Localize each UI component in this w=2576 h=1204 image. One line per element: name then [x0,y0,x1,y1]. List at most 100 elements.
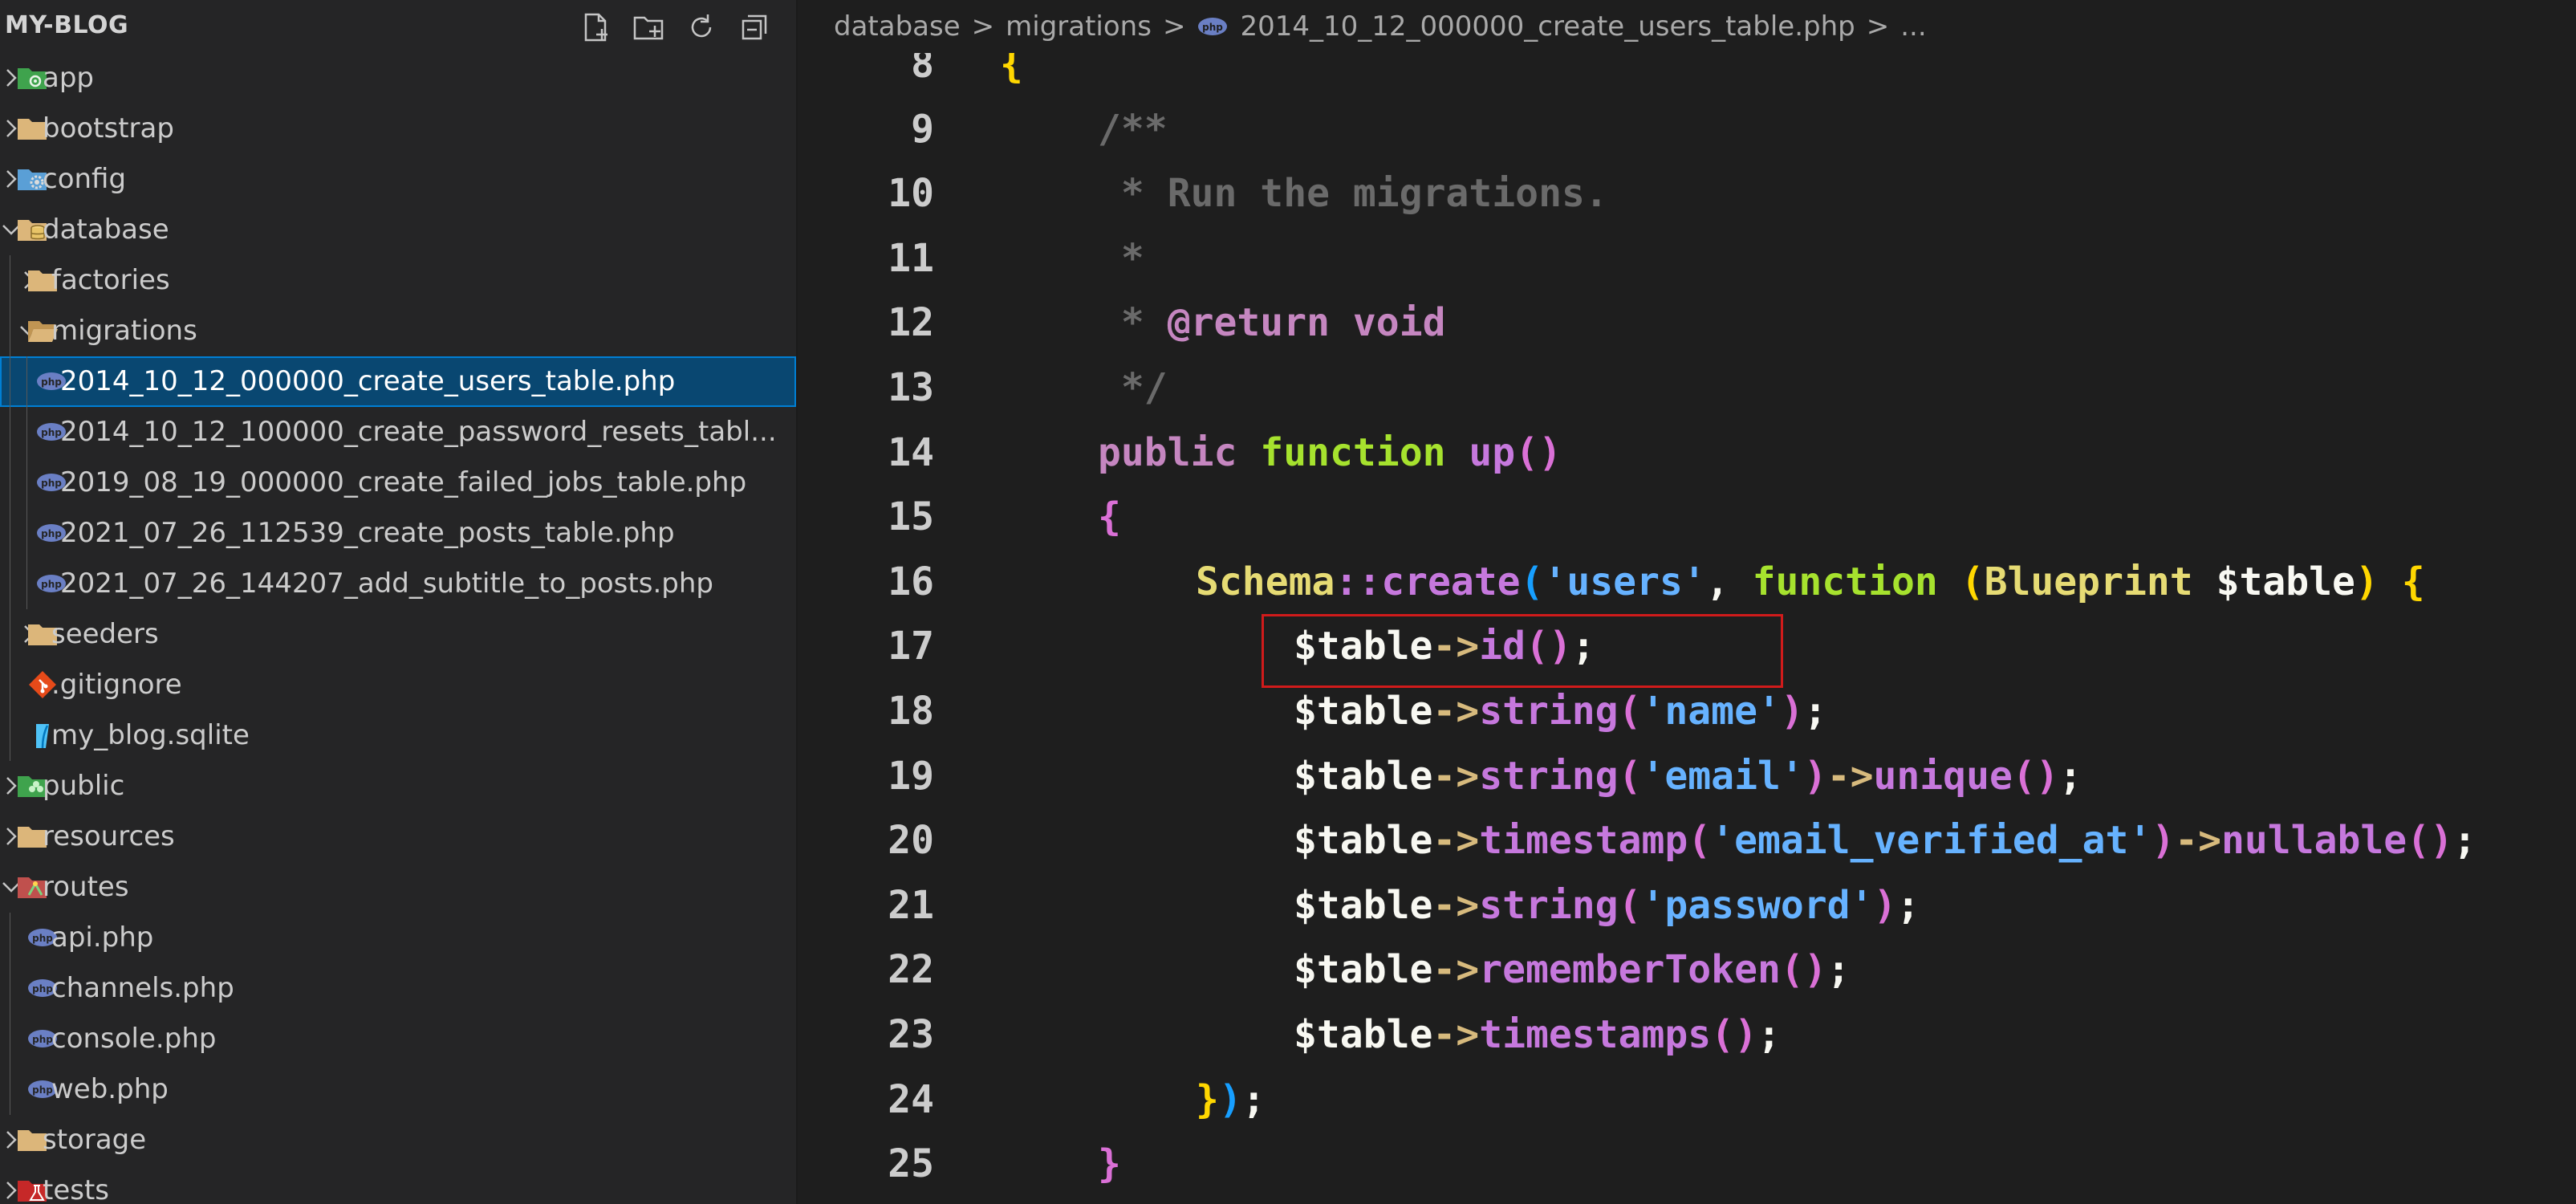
code-line[interactable]: 15 { [798,485,2576,549]
code-token: { [1098,494,1121,540]
code-token: ; [2058,753,2082,799]
code-content: $table->string('password'); [1294,873,1920,938]
collapse-all-button[interactable] [737,10,772,45]
code-token: nullable [2220,818,2407,864]
code-line[interactable]: 13 */ [798,356,2576,420]
line-number: 22 [888,947,934,993]
code-token: $table [1294,818,1433,864]
code-line[interactable]: 21 $table->string('password'); [798,873,2576,938]
code-token: string [1479,753,1619,799]
tree-item-console-php[interactable]: php console.php [0,1014,796,1064]
tree-item-database[interactable]: database [0,205,796,255]
refresh-button[interactable] [684,10,719,45]
tree-item-2021-07-26-144207-add-subtitle-to-posts-php[interactable]: php 2021_07_26_144207_add_subtitle_to_pos… [0,559,796,609]
tree-item-gitignore[interactable]: .gitignore [0,660,796,710]
line-number: 25 [888,1141,934,1187]
code-token: ( [1618,882,1642,928]
tree-item-2014-10-12-100000-create-password-resets-tabl[interactable]: php 2014_10_12_100000_create_password_res… [0,407,796,458]
tree-item-bootstrap[interactable]: bootstrap [0,104,796,154]
code-token: ; [1803,689,1827,734]
code-line[interactable]: 22 $table->rememberToken(); [798,938,2576,1002]
code-token: ( [1618,689,1642,734]
code-token: ( [1688,818,1712,864]
code-content: $table->string('email')->unique(); [1294,744,2082,808]
code-token: ( [1960,559,1985,604]
code-token: timestamps [1479,1012,1712,1057]
code-token: ; [1896,882,1920,928]
tree-item-label: database [43,214,169,246]
line-number: 13 [888,365,934,410]
code-line[interactable]: 11 * [798,226,2576,291]
tree-item-storage[interactable]: storage [0,1115,796,1165]
code-content: * @return void [1098,291,1446,355]
breadcrumb-item-file[interactable]: 2014_10_12_000000_create_users_table.php [1240,10,1855,43]
explorer-header: MY-BLOG [0,0,796,53]
php-icon: php [1198,18,1228,35]
breadcrumb-item-database[interactable]: database [834,10,961,43]
tree-item-migrations[interactable]: migrations [0,306,796,356]
tree-item-2021-07-26-112539-create-posts-table-php[interactable]: php 2021_07_26_112539_create_posts_table.… [0,508,796,559]
code-token: unique [1873,753,2013,799]
tree-item-app[interactable]: app [0,53,796,104]
tree-item-seeders[interactable]: seeders [0,609,796,660]
tree-item-resources[interactable]: resources [0,811,796,862]
code-line[interactable]: 23 $table->timestamps(); [798,1003,2576,1067]
tree-item-label: tests [43,1174,110,1204]
line-number: 23 [888,1012,934,1057]
breadcrumb-item-migrations[interactable]: migrations [1006,10,1152,43]
tree-item-label: 2014_10_12_000000_create_users_table.php [60,365,676,397]
tree-item-factories[interactable]: factories [0,255,796,306]
code-line[interactable]: 17 $table->id(); [798,614,2576,678]
tree-item-label: my_blog.sqlite [51,719,250,751]
tree-item-public[interactable]: public [0,761,796,811]
tree-item-my-blog-sqlite[interactable]: my_blog.sqlite [0,710,796,761]
tree-item-2019-08-19-000000-create-failed-jobs-table-php[interactable]: php 2019_08_19_000000_create_failed_jobs_… [0,458,796,508]
code-token: $table [2216,559,2355,604]
code-line[interactable]: 25} [798,1132,2576,1196]
code-line[interactable]: 24}); [798,1068,2576,1132]
chevron-right-icon: > [971,10,995,43]
code-token: Blueprint [1984,559,2216,604]
code-line[interactable]: 8{ [798,53,2576,96]
new-folder-button[interactable] [631,10,666,45]
svg-text:php: php [41,478,62,489]
code-token: void [1330,300,1446,346]
tree-item-label: app [43,62,94,94]
code-token: id [1479,624,1526,669]
code-line[interactable]: 9 /** [798,97,2576,161]
code-line[interactable]: 12 * @return void [798,291,2576,355]
code-token: $table [1294,753,1433,799]
code-content: /** [1098,97,1168,161]
tree-item-api-php[interactable]: php api.php [0,913,796,963]
tree-item-tests[interactable]: tests [0,1165,796,1204]
chevron-right-icon: > [1866,10,1890,43]
code-line[interactable]: 16 Schema::create('users', function (Blue… [798,550,2576,614]
code-content: Schema::create('users', function (Bluepr… [1196,550,2425,614]
code-content: $table->rememberToken(); [1294,938,1851,1002]
code-line[interactable]: 20 $table->timestamp('email_verified_at')… [798,808,2576,872]
code-line[interactable]: 19 $table->string('email')->unique(); [798,744,2576,808]
code-content: * Run the migrations. [1098,161,1608,226]
code-token: timestamp [1479,818,1688,864]
code-line[interactable]: 14 public function up() [798,421,2576,485]
tree-item-channels-php[interactable]: php channels.php [0,963,796,1014]
code-token: ( [1520,559,1544,604]
code-token: public [1098,429,1261,475]
tree-item-label: 2021_07_26_144207_add_subtitle_to_posts.… [60,567,713,600]
new-file-button[interactable] [578,10,613,45]
code-token: create [1381,559,1521,604]
code-line[interactable]: 10 * Run the migrations. [798,161,2576,226]
code-line[interactable]: 18 $table->string('name'); [798,679,2576,743]
code-token: ( [1618,753,1642,799]
code-token: () [1711,1012,1757,1057]
code-token: () [1525,624,1572,669]
code-content: public function up() [1098,421,1562,485]
tree-item-config[interactable]: config [0,154,796,205]
code-content: }); [1196,1068,1266,1132]
code-token: /** [1098,106,1168,152]
tree-item-web-php[interactable]: php web.php [0,1064,796,1115]
breadcrumb-item-more[interactable]: ... [1900,10,1926,43]
code-editor[interactable]: 8{9/** 10 * Run the migrations. 11 * 12 * @… [798,53,2576,1204]
tree-item-routes[interactable]: routes [0,862,796,913]
tree-item-2014-10-12-000000-create-users-table-php[interactable]: php 2014_10_12_000000_create_users_table.… [0,356,796,407]
